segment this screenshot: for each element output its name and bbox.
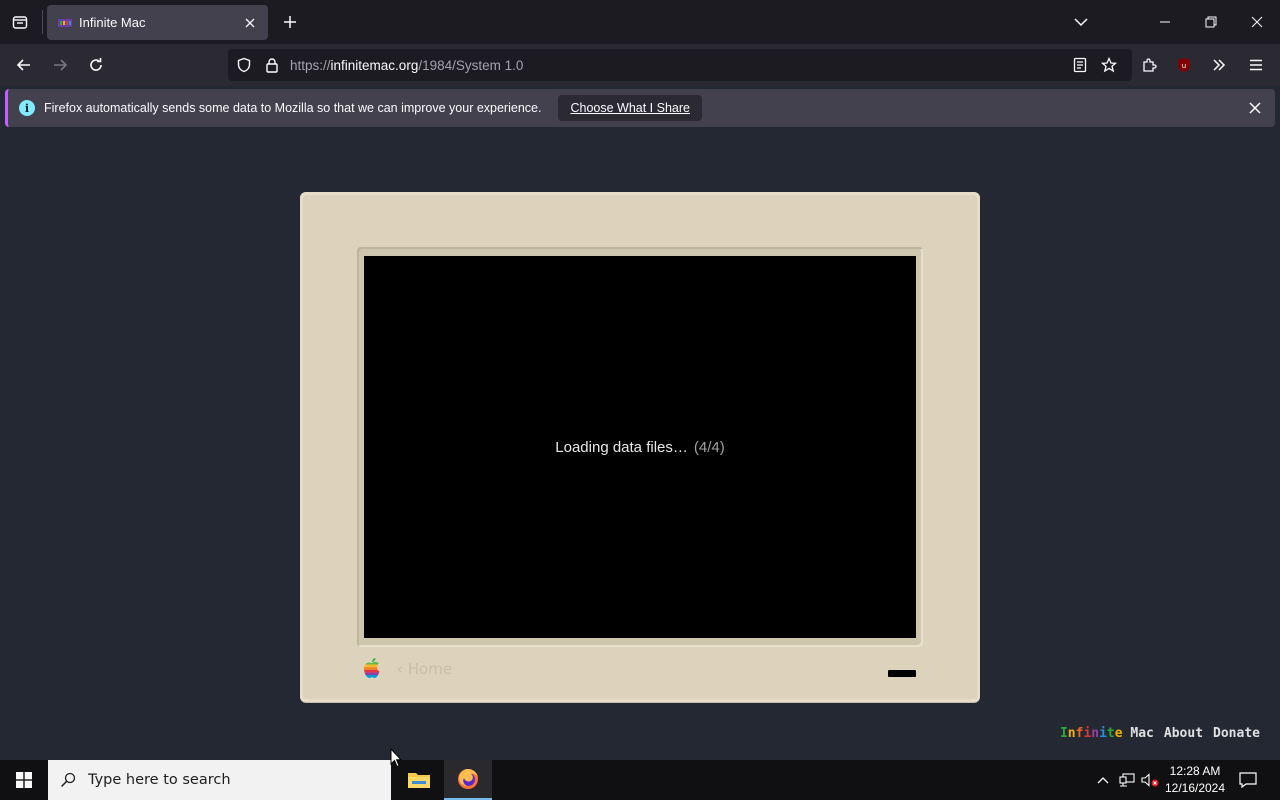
folder-icon: [408, 773, 430, 788]
arrow-left-icon: [16, 59, 30, 71]
taskbar-firefox[interactable]: [444, 760, 492, 800]
brand-second-word: Mac: [1130, 726, 1154, 741]
loading-status: Loading data files… (4/4): [555, 439, 724, 456]
windows-taskbar: Type here to search 12:28 AM 12/16/2024: [0, 760, 1280, 800]
mac-case: Loading data files… (4/4) ‹ Home: [300, 192, 980, 702]
volume-tray-button[interactable]: [1139, 760, 1161, 800]
arrow-right-icon: [54, 59, 68, 71]
back-button[interactable]: [10, 51, 38, 79]
windows-logo-icon: [16, 772, 32, 788]
about-link[interactable]: About: [1164, 726, 1203, 741]
choose-what-i-share-button[interactable]: Choose What I Share: [558, 95, 702, 121]
action-center-button[interactable]: [1234, 760, 1262, 800]
chevron-down-icon: [1074, 18, 1088, 27]
star-icon: [1101, 57, 1117, 73]
network-tray-button[interactable]: [1116, 760, 1138, 800]
reload-button[interactable]: [82, 51, 110, 79]
reader-view-icon: [1073, 57, 1087, 73]
url-bar[interactable]: https://infinitemac.org/1984/System 1.0: [228, 49, 1132, 81]
ublock-shield-icon: u: [1178, 58, 1190, 72]
firefox-icon: [458, 769, 478, 789]
double-chevron-right-icon: [1213, 59, 1226, 71]
close-window-button[interactable]: [1242, 8, 1272, 36]
navigation-toolbar: https://infinitemac.org/1984/System 1.0 …: [0, 44, 1280, 105]
restore-button[interactable]: [1196, 8, 1226, 36]
mouse-cursor-icon: [390, 748, 402, 768]
loading-count: (4/4): [693, 438, 725, 456]
close-icon: [1251, 16, 1263, 28]
show-hidden-icons-button[interactable]: [1094, 760, 1112, 800]
minimize-button[interactable]: [1150, 8, 1180, 36]
home-link[interactable]: ‹ Home: [397, 660, 452, 678]
close-icon: [245, 18, 255, 27]
firefox-view-button[interactable]: [6, 8, 34, 36]
donate-link[interactable]: Donate: [1213, 726, 1260, 741]
new-tab-button[interactable]: [276, 8, 304, 36]
chevron-up-icon: [1097, 777, 1109, 784]
app-menu-button[interactable]: [1242, 51, 1270, 79]
overflow-menu-button[interactable]: [1205, 51, 1233, 79]
url-path: /1984/System 1.0: [418, 57, 524, 73]
loading-text: Loading data files…: [555, 438, 688, 456]
list-all-tabs-button[interactable]: [1066, 8, 1096, 36]
taskbar-clock[interactable]: 12:28 AM 12/16/2024: [1160, 763, 1230, 797]
tab-infinite-mac[interactable]: Infinite Mac: [47, 5, 268, 40]
start-button[interactable]: [0, 760, 48, 800]
firefox-view-icon: [12, 16, 28, 29]
tracking-protection-shield-icon[interactable]: [232, 53, 256, 77]
puzzle-icon: [1143, 58, 1157, 72]
taskbar-search-box[interactable]: Type here to search: [48, 760, 391, 800]
network-icon: [1119, 773, 1135, 787]
url-host: infinitemac.org: [330, 57, 419, 73]
clock-time: 12:28 AM: [1169, 764, 1221, 778]
notification-close-button[interactable]: [1245, 98, 1265, 118]
clock-date: 12/16/2024: [1164, 781, 1226, 795]
brand-rainbow-text: Infinite: [1059, 726, 1123, 741]
page-content: Loading data files… (4/4) ‹ Home Infinite…: [0, 130, 1280, 760]
search-icon: [60, 772, 76, 788]
taskbar-file-explorer[interactable]: [395, 760, 443, 800]
ublock-origin-button[interactable]: u: [1170, 51, 1198, 79]
notification-message: Firefox automatically sends some data to…: [44, 101, 542, 115]
plus-icon: [284, 16, 296, 28]
bookmark-star-button[interactable]: [1097, 53, 1121, 77]
svg-text:u: u: [1182, 62, 1186, 70]
infinite-mac-favicon-icon: [58, 18, 72, 27]
floppy-drive-slot: [888, 670, 916, 677]
notification-icon: [1239, 772, 1257, 788]
close-icon: [1249, 102, 1261, 114]
emulator-screen[interactable]: Loading data files… (4/4): [364, 256, 916, 638]
hamburger-menu-icon: [1250, 59, 1262, 71]
footer-links: Infinite Mac About Donate: [1060, 726, 1260, 741]
url-text[interactable]: https://infinitemac.org/1984/System 1.0: [290, 58, 523, 73]
extensions-button[interactable]: [1135, 51, 1163, 79]
lock-icon[interactable]: [260, 53, 284, 77]
search-placeholder: Type here to search: [88, 772, 231, 788]
tab-title: Infinite Mac: [79, 15, 146, 30]
tab-close-button[interactable]: [240, 13, 260, 33]
info-icon: i: [19, 100, 35, 116]
reload-icon: [90, 58, 102, 71]
tab-strip: Infinite Mac: [0, 0, 1280, 44]
restore-icon: [1205, 16, 1217, 28]
brand-link[interactable]: Infinite Mac: [1060, 726, 1154, 741]
url-prefix: https://: [290, 57, 331, 73]
forward-button[interactable]: [46, 51, 74, 79]
reader-view-button[interactable]: [1068, 53, 1092, 77]
volume-muted-icon: [1141, 773, 1159, 787]
tab-separator: [42, 10, 43, 34]
minimize-icon: [1160, 21, 1170, 23]
rainbow-apple-logo-icon: [364, 658, 380, 678]
telemetry-notification-bar: i Firefox automatically sends some data …: [5, 89, 1275, 127]
